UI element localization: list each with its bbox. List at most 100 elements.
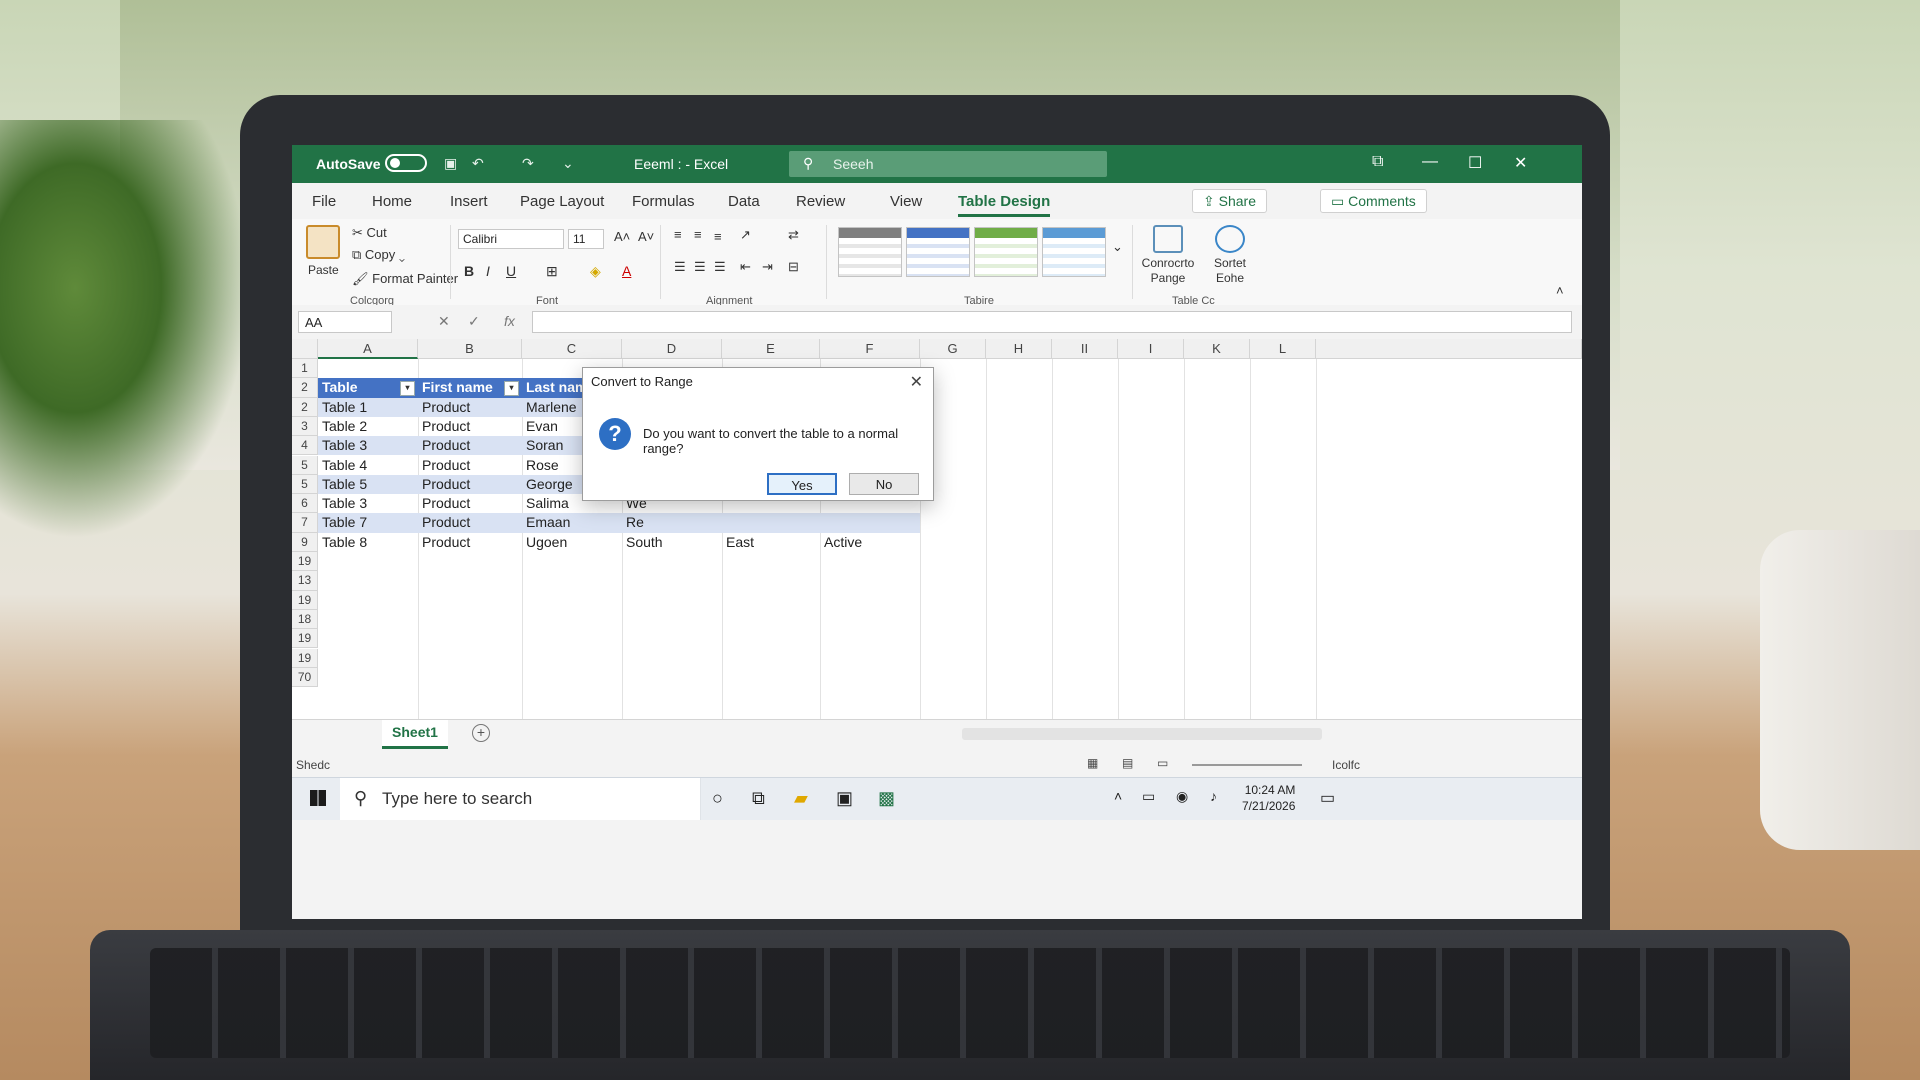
tab-insert[interactable]: Insert	[450, 193, 488, 210]
collapse-ribbon-icon[interactable]: ˄	[1556, 283, 1564, 298]
share-button[interactable]: ⇪ Share	[1192, 189, 1267, 213]
zoom-slider[interactable]	[1192, 764, 1302, 766]
increase-font-icon[interactable]: A˄	[614, 229, 630, 244]
row-header[interactable]: 2	[292, 378, 318, 398]
font-color-icon[interactable]: A	[622, 263, 631, 279]
row-header[interactable]: 19	[292, 629, 318, 649]
row-header[interactable]: 13	[292, 571, 318, 591]
dialog-close-icon[interactable]: ✕	[910, 372, 923, 392]
row-header[interactable]: 5	[292, 455, 318, 475]
table-header-cell[interactable]: First name ▾	[418, 378, 522, 398]
autosave-toggle[interactable]	[385, 154, 427, 172]
taskbar-search[interactable]: ⚲ Type here to search	[340, 778, 701, 820]
taskbar-clock[interactable]: 10:24 AM 7/21/2026	[1242, 782, 1295, 814]
page-layout-view-icon[interactable]: ▤	[1122, 756, 1133, 770]
tab-page-layout[interactable]: Page Layout	[520, 193, 604, 210]
row-header[interactable]: 70	[292, 667, 318, 688]
table-cell[interactable]: Product	[418, 494, 522, 513]
column-header[interactable]: K	[1184, 339, 1250, 359]
table-cell[interactable]: Product	[418, 474, 522, 495]
wrap-text-icon[interactable]: ⇄	[788, 227, 799, 243]
maximize-button[interactable]: ☐	[1468, 153, 1482, 173]
paste-button[interactable]: Paste	[308, 263, 339, 277]
cut-button[interactable]: ✂ Cut	[352, 225, 387, 241]
page-break-view-icon[interactable]: ▭	[1157, 756, 1168, 770]
excel-taskbar-icon[interactable]: ▩	[878, 788, 895, 809]
column-header[interactable]: B	[418, 339, 522, 359]
font-name-dropdown[interactable]: Calibri	[458, 229, 564, 249]
table-cell[interactable]: Product	[418, 456, 522, 475]
merge-center-icon[interactable]: ⊟	[788, 259, 799, 275]
zoom-level[interactable]: Icolfc	[1332, 758, 1360, 772]
styles-more-icon[interactable]: ⌄	[1112, 239, 1123, 255]
cancel-icon[interactable]: ✕	[438, 313, 450, 330]
table-cell[interactable]: Table 3	[318, 436, 418, 456]
table-cell[interactable]: Product	[418, 436, 522, 456]
table-cell[interactable]: South	[622, 533, 722, 552]
name-box[interactable]: AA	[298, 311, 392, 333]
search-box[interactable]: ⚲ Seeeh	[789, 151, 1107, 177]
table-style-blue[interactable]	[906, 227, 970, 277]
table-cell[interactable]: Table 3	[318, 494, 418, 513]
fill-color-icon[interactable]: ◈	[590, 263, 601, 280]
align-middle-icon[interactable]: ≡	[694, 227, 702, 242]
paste-icon[interactable]	[306, 225, 340, 259]
network-icon[interactable]: ◉	[1176, 788, 1188, 805]
row-header[interactable]: 9	[292, 532, 318, 552]
table-style-green[interactable]	[974, 227, 1038, 277]
align-right-icon[interactable]: ☰	[714, 259, 726, 275]
tab-home[interactable]: Home	[372, 193, 412, 210]
indent-increase-icon[interactable]: ⇥	[762, 259, 773, 275]
column-header[interactable]: C	[522, 339, 622, 359]
horizontal-scrollbar[interactable]	[962, 728, 1322, 740]
notifications-icon[interactable]: ▭	[1320, 788, 1335, 808]
task-view-icon[interactable]: ⧉	[752, 788, 765, 809]
tab-data[interactable]: Data	[728, 193, 760, 210]
save-icon[interactable]: ▣	[444, 155, 457, 172]
store-icon[interactable]: ▣	[836, 788, 853, 809]
table-cell[interactable]: Product	[418, 417, 522, 436]
table-cell[interactable]: Table 5	[318, 474, 418, 495]
table-style-teal[interactable]	[1042, 227, 1106, 277]
indent-decrease-icon[interactable]: ⇤	[740, 259, 751, 275]
column-header[interactable]: D	[622, 339, 722, 359]
row-header[interactable]: 4	[292, 436, 318, 456]
enter-icon[interactable]: ✓	[468, 313, 480, 330]
ribbon-display-icon[interactable]: ⧉	[1372, 153, 1383, 171]
worksheet-grid[interactable]: A B C D E F G H II I K L 1 2 2 3 4 5 5 6 7 9 19 13 1…	[292, 339, 1582, 719]
format-painter-button[interactable]: 🖌 Format Painter	[352, 271, 458, 287]
align-bottom-icon[interactable]: ≡	[714, 229, 722, 244]
tab-table-design[interactable]: Table Design	[958, 193, 1051, 217]
row-header[interactable]: 2	[292, 397, 318, 417]
column-header[interactable]: H	[986, 339, 1052, 359]
windows-start-icon[interactable]	[310, 790, 326, 806]
file-explorer-icon[interactable]: ▰	[794, 788, 808, 809]
table-cell[interactable]: Table 8	[318, 533, 418, 552]
comments-button[interactable]: ▭ Comments	[1320, 189, 1427, 213]
select-all-corner[interactable]	[292, 339, 318, 359]
sheet-tab[interactable]: Sheet1	[382, 720, 448, 749]
cortana-icon[interactable]: ○	[712, 788, 723, 809]
column-header[interactable]: F	[820, 339, 920, 359]
row-header[interactable]: 3	[292, 416, 318, 437]
insert-function-icon[interactable]: fx	[504, 313, 515, 329]
normal-view-icon[interactable]: ▦	[1087, 756, 1098, 770]
tab-view[interactable]: View	[890, 193, 922, 210]
table-cell[interactable]: Table 1	[318, 397, 418, 417]
table-cell[interactable]: Table 2	[318, 417, 418, 436]
tab-review[interactable]: Review	[796, 193, 845, 210]
table-cell[interactable]: Ugoen	[522, 533, 622, 552]
table-cell[interactable]: Re	[622, 513, 722, 533]
table-cell[interactable]: Emaan	[522, 513, 622, 533]
underline-button[interactable]: U	[506, 263, 516, 279]
redo-icon[interactable]: ↷	[522, 155, 534, 172]
orientation-icon[interactable]: ↗	[740, 227, 751, 243]
table-cell[interactable]: Active	[820, 533, 920, 552]
tray-chevron-icon[interactable]: ˄	[1114, 788, 1122, 804]
column-header[interactable]: L	[1250, 339, 1316, 359]
convert-to-range-button[interactable]: Conrocrto Pange	[1140, 225, 1196, 286]
row-header[interactable]: 5	[292, 474, 318, 495]
table-header-cell[interactable]: Table ▾	[318, 378, 418, 398]
table-cell[interactable]: Table 4	[318, 456, 418, 475]
copy-button[interactable]: ⧉ Copy ⌄	[352, 247, 405, 263]
